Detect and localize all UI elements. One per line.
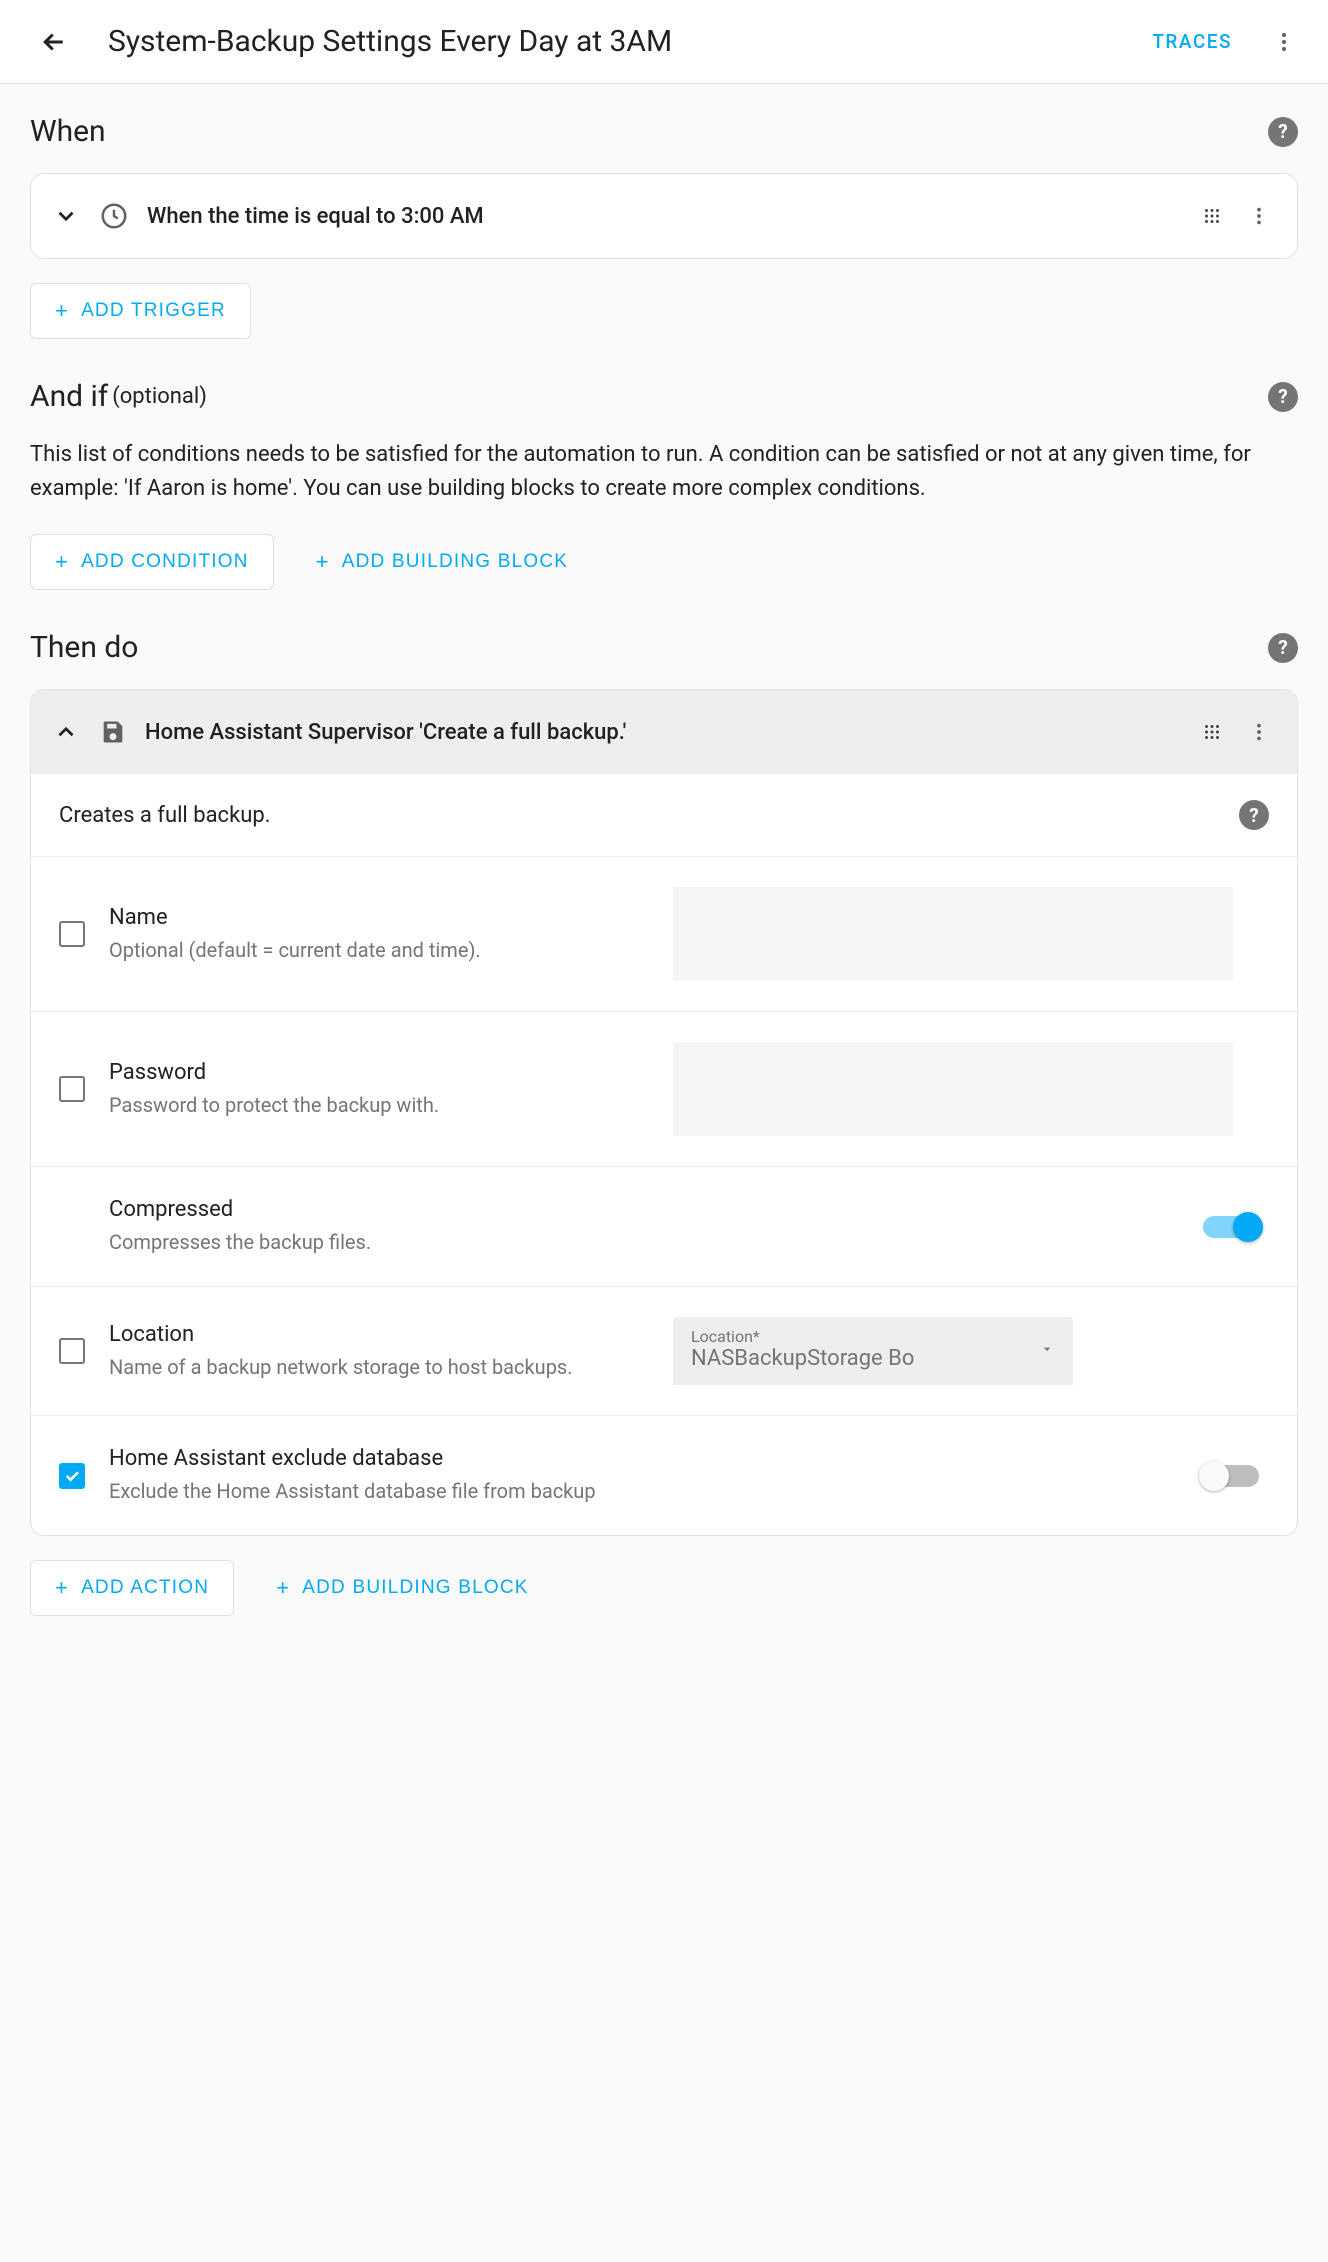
password-input[interactable] <box>673 1042 1233 1136</box>
plus-icon: + <box>316 551 330 573</box>
password-label: Password <box>109 1060 649 1085</box>
password-desc: Password to protect the backup with. <box>109 1091 649 1119</box>
overflow-menu-button[interactable] <box>1260 18 1308 66</box>
location-select[interactable]: Location* NASBackupStorage Bo <box>673 1317 1073 1385</box>
when-heading: When <box>30 114 106 149</box>
drag-handle[interactable] <box>1201 205 1223 227</box>
compressed-desc: Compresses the backup files. <box>109 1228 649 1256</box>
expand-button[interactable] <box>51 201 81 231</box>
help-icon[interactable]: ? <box>1239 800 1269 830</box>
traces-link[interactable]: TRACES <box>1152 30 1232 53</box>
plus-icon: + <box>55 1577 69 1599</box>
plus-icon: + <box>55 551 69 573</box>
name-input[interactable] <box>673 887 1233 981</box>
add-action-label: ADD ACTION <box>81 1577 209 1599</box>
exclude-db-label: Home Assistant exclude database <box>109 1446 649 1471</box>
add-condition-label: ADD CONDITION <box>81 551 249 573</box>
when-section: When ? When the time is equal to 3:00 AM <box>30 114 1298 339</box>
plus-icon: + <box>55 300 69 322</box>
dots-vertical-icon <box>1248 205 1270 227</box>
dots-vertical-icon <box>1272 30 1296 54</box>
plus-icon: + <box>276 1577 290 1599</box>
andif-description: This list of conditions needs to be sati… <box>30 438 1298 506</box>
help-icon[interactable]: ? <box>1268 117 1298 147</box>
location-checkbox[interactable] <box>59 1338 85 1364</box>
param-exclude-db-row: Home Assistant exclude database Exclude … <box>31 1416 1297 1535</box>
page-title: System-Backup Settings Every Day at 3AM <box>108 24 1152 59</box>
password-checkbox[interactable] <box>59 1076 85 1102</box>
add-building-block-button[interactable]: + ADD BUILDING BLOCK <box>292 534 593 590</box>
andif-section: And if (optional) ? This list of conditi… <box>30 379 1298 590</box>
caret-down-icon <box>1039 1341 1055 1361</box>
add-condition-button[interactable]: + ADD CONDITION <box>30 534 274 590</box>
add-block-label: ADD BUILDING BLOCK <box>342 551 568 573</box>
action-card: Home Assistant Supervisor 'Create a full… <box>30 689 1298 1536</box>
param-compressed-row: Compressed Compresses the backup files. <box>31 1167 1297 1287</box>
grip-icon <box>1201 205 1223 227</box>
drag-handle[interactable] <box>1201 721 1223 743</box>
trigger-title: When the time is equal to 3:00 AM <box>147 204 1183 229</box>
action-title: Home Assistant Supervisor 'Create a full… <box>145 720 1183 745</box>
chevron-up-icon <box>53 719 79 745</box>
add-trigger-label: ADD TRIGGER <box>81 300 226 322</box>
grip-icon <box>1201 721 1223 743</box>
andif-heading: And if <box>30 379 108 414</box>
top-bar: System-Backup Settings Every Day at 3AM … <box>0 0 1328 84</box>
trigger-menu-button[interactable] <box>1241 192 1277 240</box>
add-trigger-button[interactable]: + ADD TRIGGER <box>30 283 251 339</box>
add-building-block-button[interactable]: + ADD BUILDING BLOCK <box>252 1560 553 1616</box>
help-icon[interactable]: ? <box>1268 382 1298 412</box>
exclude-db-checkbox[interactable] <box>59 1463 85 1489</box>
name-desc: Optional (default = current date and tim… <box>109 936 649 964</box>
action-description: Creates a full backup. <box>59 803 271 828</box>
add-action-button[interactable]: + ADD ACTION <box>30 1560 234 1616</box>
help-icon[interactable]: ? <box>1268 633 1298 663</box>
action-menu-button[interactable] <box>1241 708 1277 756</box>
compressed-toggle[interactable] <box>1203 1216 1259 1238</box>
dots-vertical-icon <box>1248 721 1270 743</box>
back-button[interactable] <box>30 18 78 66</box>
compressed-label: Compressed <box>109 1197 649 1222</box>
location-field-label: Location* <box>691 1327 1055 1346</box>
floppy-icon <box>99 718 127 746</box>
arrow-left-icon <box>39 27 69 57</box>
exclude-db-desc: Exclude the Home Assistant database file… <box>109 1477 649 1505</box>
location-desc: Name of a backup network storage to host… <box>109 1353 649 1381</box>
clock-icon <box>99 201 129 231</box>
thendo-section: Then do ? Home Assistant Supervisor 'Cre… <box>30 630 1298 1616</box>
andif-optional: (optional) <box>112 384 207 409</box>
location-label: Location <box>109 1322 649 1347</box>
collapse-button[interactable] <box>51 717 81 747</box>
trigger-card: When the time is equal to 3:00 AM <box>30 173 1298 259</box>
param-password-row: Password Password to protect the backup … <box>31 1012 1297 1167</box>
chevron-down-icon <box>53 203 79 229</box>
location-value: NASBackupStorage Bo <box>691 1346 1055 1371</box>
add-block-label: ADD BUILDING BLOCK <box>302 1577 528 1599</box>
exclude-db-toggle[interactable] <box>1203 1465 1259 1487</box>
param-name-row: Name Optional (default = current date an… <box>31 857 1297 1012</box>
check-icon <box>63 1467 81 1485</box>
name-checkbox[interactable] <box>59 921 85 947</box>
thendo-heading: Then do <box>30 630 138 665</box>
param-location-row: Location Name of a backup network storag… <box>31 1287 1297 1416</box>
name-label: Name <box>109 905 649 930</box>
